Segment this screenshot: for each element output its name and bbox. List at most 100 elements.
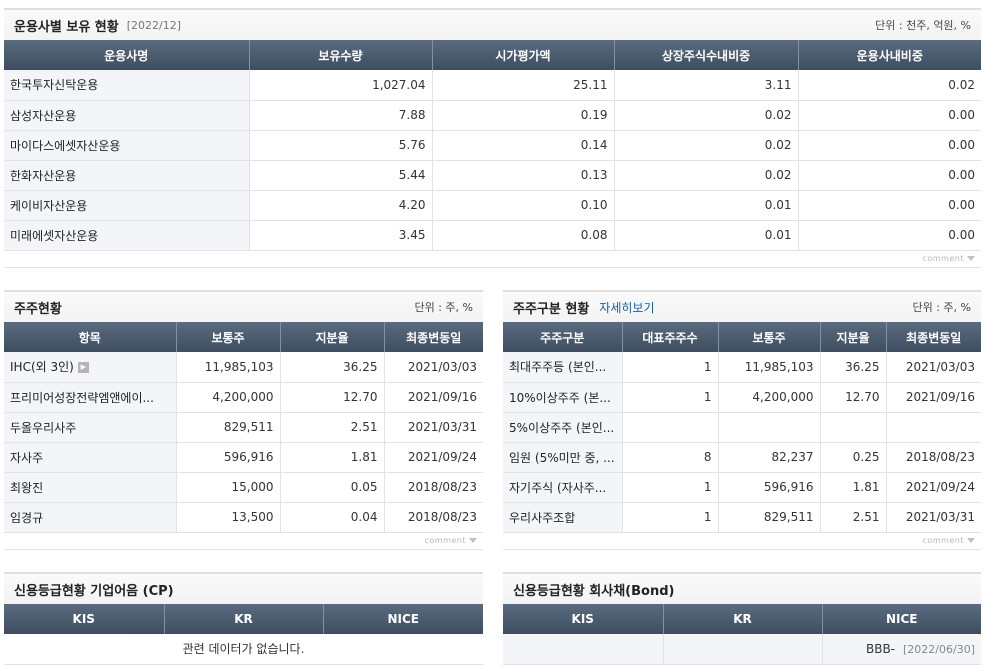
table-cell: 8 — [622, 442, 719, 473]
column-header: 보통주 — [176, 322, 281, 352]
column-header: KIS — [503, 604, 664, 634]
table-row: BBB- [2022/06/30] — [503, 634, 981, 665]
comment-bar: comment — [503, 533, 981, 550]
column-header: 최종변동일 — [886, 322, 981, 352]
table-cell: 4,200,000 — [718, 382, 821, 413]
table-cell: 5.44 — [249, 160, 433, 191]
column-header: 주주구분 — [503, 322, 623, 352]
fund-name: 한화자산운용 — [4, 160, 250, 191]
table-cell: 3.11 — [614, 70, 799, 101]
comment-toggle[interactable]: comment — [922, 536, 975, 545]
table-cell: 0.04 — [280, 502, 385, 533]
table-cell: 2021/09/16 — [886, 382, 981, 413]
shareholder-name: 임경규 — [4, 502, 177, 533]
shareholder-name: 최왕진 — [4, 472, 177, 503]
table-cell: 82,237 — [718, 442, 821, 473]
table-row: 관련 데이터가 없습니다. — [4, 634, 483, 665]
table-row: 최대주주등 (본인... 1 11,985,103 36.25 2021/03/… — [503, 352, 981, 383]
section-title: 주주구분 현황 — [513, 301, 590, 317]
table-cell: 12.70 — [820, 382, 887, 413]
credit-cp-table: KIS KR NICE 관련 데이터가 없습니다. — [4, 604, 483, 665]
column-header: 시가평가액 — [432, 40, 615, 70]
section-title: 신용등급현황 회사채(Bond) — [513, 583, 675, 599]
table-row: 최왕진 15,000 0.05 2018/08/23 — [4, 472, 483, 503]
class-name: 최대주주등 (본인... — [503, 352, 623, 383]
table-row: 한화자산운용 5.44 0.13 0.02 0.00 — [4, 160, 981, 191]
column-header: 상장주식수내비중 — [614, 40, 799, 70]
table-row: 우리사주조합 1 829,511 2.51 2021/03/31 — [503, 502, 981, 533]
table-cell: 2021/09/24 — [384, 442, 483, 473]
column-header: NICE — [323, 604, 483, 634]
credit-cp-header: 신용등급현황 기업어음 (CP) — [4, 572, 483, 604]
table-cell: 596,916 — [176, 442, 281, 473]
table-cell: 1.81 — [280, 442, 385, 473]
table-header-row: 운용사명 보유수량 시가평가액 상장주식수내비중 운용사내비중 — [4, 40, 981, 70]
credit-bond-section: 신용등급현황 회사채(Bond) KIS KR NICE BBB- [2022/0… — [503, 572, 981, 665]
comment-toggle[interactable]: comment — [922, 254, 975, 263]
expand-icon[interactable]: ▶ — [77, 362, 89, 374]
credit-bond-table: KIS KR NICE BBB- [2022/06/30] — [503, 604, 981, 665]
shareholders-header: 주주현황 단위 : 주, % — [4, 290, 483, 322]
class-name: 임원 (5%미만 중, ... — [503, 442, 623, 473]
table-cell: 2021/03/03 — [384, 352, 483, 383]
table-cell: 2018/08/23 — [384, 502, 483, 533]
column-header: 운용사명 — [4, 40, 250, 70]
shareholder-name: 자사주 — [4, 442, 177, 473]
table-cell: 0.10 — [432, 190, 615, 221]
table-cell: 1 — [622, 352, 719, 383]
table-cell: 4,200,000 — [176, 382, 281, 413]
table-cell: 36.25 — [280, 352, 385, 383]
table-cell: 0.14 — [432, 130, 615, 161]
table-cell: 1 — [622, 472, 719, 503]
table-cell: 0.00 — [798, 130, 981, 161]
column-header: 지분율 — [820, 322, 887, 352]
table-cell: 0.08 — [432, 220, 615, 251]
view-details-link[interactable]: 자세히보기 — [599, 299, 654, 316]
table-cell: 0.02 — [798, 70, 981, 101]
section-title: 주주현황 — [14, 301, 62, 317]
table-row: 프리미어성장전략엠앤에이... 4,200,000 12.70 2021/09/… — [4, 382, 483, 413]
table-cell: 12.70 — [280, 382, 385, 413]
table-cell: 4.20 — [249, 190, 433, 221]
class-name: 5%이상주주 (본인... — [503, 412, 623, 443]
table-row: 한국투자신탁운용 1,027.04 25.11 3.11 0.02 — [4, 70, 981, 101]
table-cell — [886, 412, 981, 443]
column-header: 지분율 — [280, 322, 385, 352]
comment-label: comment — [922, 535, 964, 545]
table-row: 삼성자산운용 7.88 0.19 0.02 0.00 — [4, 100, 981, 131]
table-row: IHC(외 3인) ▶ 11,985,103 36.25 2021/03/03 — [4, 352, 483, 383]
section-title: 운용사별 보유 현황 — [14, 19, 119, 35]
unit-label: 단위 : 천주, 억원, % — [875, 19, 971, 32]
shareholder-class-header: 주주구분 현황 자세히보기 단위 : 주, % — [503, 290, 981, 322]
table-row: 임경규 13,500 0.04 2018/08/23 — [4, 502, 483, 533]
table-cell: 596,916 — [718, 472, 821, 503]
table-cell: 1,027.04 — [249, 70, 433, 101]
chevron-down-icon — [967, 537, 975, 543]
kis-rating — [503, 634, 664, 665]
class-name: 자기주식 (자사주... — [503, 472, 623, 503]
fund-name: 한국투자신탁운용 — [4, 70, 250, 101]
class-name: 10%이상주주 (본... — [503, 382, 623, 413]
table-cell: 0.13 — [432, 160, 615, 191]
table-cell: 11,985,103 — [718, 352, 821, 383]
fund-holdings-section: 운용사별 보유 현황 [2022/12] 단위 : 천주, 억원, % 운용사명… — [4, 8, 981, 268]
table-cell: 2021/03/03 — [886, 352, 981, 383]
table-header-row: 주주구분 대표주주수 보통주 지분율 최종변동일 — [503, 322, 981, 352]
table-cell — [718, 412, 821, 443]
table-header-row: 항목 보통주 지분율 최종변동일 — [4, 322, 483, 352]
table-cell — [820, 412, 887, 443]
table-cell: 2021/09/24 — [886, 472, 981, 503]
shareholder-name: 두올우리사주 — [4, 412, 177, 443]
chevron-down-icon — [967, 255, 975, 261]
table-cell: 0.01 — [614, 220, 799, 251]
table-cell: 2021/03/31 — [886, 502, 981, 533]
shareholder-name-text: IHC(외 3인) — [10, 360, 74, 375]
table-row: 두올우리사주 829,511 2.51 2021/03/31 — [4, 412, 483, 443]
table-row: 임원 (5%미만 중, ... 8 82,237 0.25 2018/08/23 — [503, 442, 981, 473]
comment-toggle[interactable]: comment — [424, 536, 477, 545]
credit-cp-section: 신용등급현황 기업어음 (CP) KIS KR NICE 관련 데이터가 없습니… — [4, 572, 483, 665]
shareholders-section: 주주현황 단위 : 주, % 항목 보통주 지분율 최종변동일 IHC(외 3인… — [4, 290, 483, 550]
table-row: 케이비자산운용 4.20 0.10 0.01 0.00 — [4, 190, 981, 221]
table-cell: 829,511 — [718, 502, 821, 533]
table-cell: 2021/09/16 — [384, 382, 483, 413]
